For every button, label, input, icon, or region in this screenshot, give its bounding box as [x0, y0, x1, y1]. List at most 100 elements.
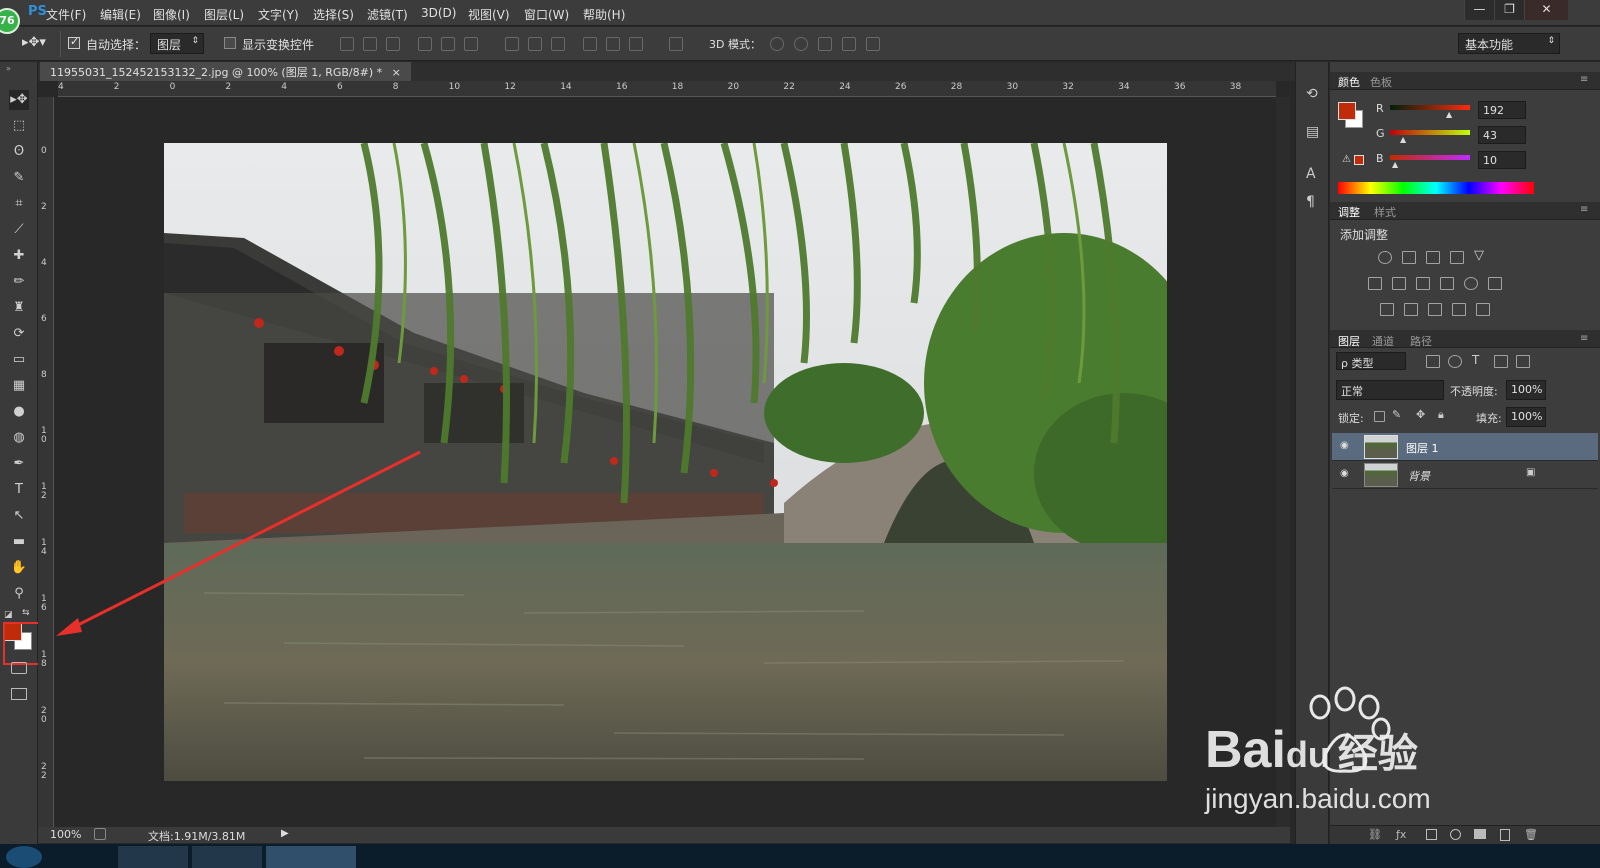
taskbar-item[interactable] — [192, 846, 262, 868]
panel-menu-icon[interactable]: ≡ — [1580, 333, 1588, 344]
filter-type-icon[interactable]: T — [1472, 353, 1479, 367]
screen-mode-icon[interactable] — [11, 688, 27, 700]
filter-adjustment-icon[interactable] — [1448, 355, 1462, 368]
trash-icon[interactable]: 🗑︎ — [1524, 828, 1538, 841]
channel-g-handle-icon[interactable]: ▲ — [1400, 135, 1406, 144]
menu-file[interactable]: 文件(F) — [46, 6, 86, 23]
lock-position-icon[interactable]: ✥ — [1416, 408, 1425, 421]
channel-b-handle-icon[interactable]: ▲ — [1392, 160, 1398, 169]
brush-tool-icon[interactable]: ✏ — [9, 272, 29, 292]
layer-name[interactable]: 图层 1 — [1406, 440, 1439, 456]
distribute-left-icon[interactable] — [583, 37, 597, 51]
blend-mode-dropdown[interactable]: 正常 — [1336, 380, 1444, 400]
character-panel-icon[interactable]: A — [1306, 166, 1316, 182]
close-button[interactable]: ✕ — [1524, 0, 1568, 20]
fill-field[interactable]: 100% — [1506, 407, 1546, 427]
swap-colors-icon[interactable]: ⇆ — [22, 608, 30, 618]
opacity-field[interactable]: 100% — [1506, 380, 1546, 400]
3d-rotate-icon[interactable] — [770, 37, 784, 51]
color-spectrum-ramp[interactable] — [1338, 182, 1534, 194]
quick-mask-icon[interactable] — [11, 662, 27, 674]
properties-panel-icon[interactable]: ▤ — [1306, 124, 1319, 140]
status-options-icon[interactable] — [94, 828, 106, 840]
tab-channels[interactable]: 通道 — [1372, 333, 1394, 349]
distribute-vcenter-icon[interactable] — [528, 37, 542, 51]
filter-smart-object-icon[interactable] — [1516, 355, 1530, 368]
distribute-bottom-icon[interactable] — [551, 37, 565, 51]
lock-all-icon[interactable]: 🔒︎ — [1438, 408, 1444, 422]
folder-icon[interactable] — [1474, 829, 1486, 839]
align-top-icon[interactable] — [340, 37, 354, 51]
move-tool-preset-icon[interactable]: ▸✥▾ — [22, 35, 46, 50]
layer-row[interactable]: ◉ 图层 1 — [1332, 433, 1598, 461]
eye-icon[interactable]: ◉ — [1340, 440, 1349, 451]
eyedropper-tool-icon[interactable]: ⟋ — [9, 220, 29, 240]
zoom-tool-icon[interactable]: ⚲ — [9, 584, 29, 604]
adjustment-icon[interactable] — [1450, 829, 1461, 840]
path-select-tool-icon[interactable]: ↖ — [9, 506, 29, 526]
menu-type[interactable]: 文字(Y) — [258, 6, 299, 23]
blur-tool-icon[interactable]: ● — [9, 402, 29, 422]
new-layer-icon[interactable] — [1500, 829, 1510, 841]
fx-icon[interactable]: ƒx — [1396, 828, 1406, 841]
menu-layer[interactable]: 图层(L) — [204, 6, 244, 23]
tab-color[interactable]: 颜色 — [1338, 74, 1360, 90]
type-tool-icon[interactable]: T — [9, 480, 29, 500]
curves-icon[interactable] — [1426, 251, 1440, 264]
align-bottom-icon[interactable] — [386, 37, 400, 51]
invert-icon[interactable] — [1380, 303, 1394, 316]
vertical-scrollbar[interactable] — [1276, 97, 1290, 827]
eye-icon[interactable]: ◉ — [1340, 468, 1349, 479]
align-left-icon[interactable] — [418, 37, 432, 51]
panel-menu-icon[interactable]: ≡ — [1580, 204, 1588, 215]
layer-filter-dropdown[interactable]: ρ 类型 — [1336, 352, 1406, 370]
dodge-tool-icon[interactable]: ◍ — [9, 428, 29, 448]
3d-roll-icon[interactable] — [794, 37, 808, 51]
menu-window[interactable]: 窗口(W) — [524, 6, 569, 23]
auto-select-checkbox[interactable]: ✓ — [68, 35, 80, 49]
mask-icon[interactable] — [1426, 829, 1437, 840]
channel-mixer-icon[interactable] — [1464, 277, 1478, 290]
document-tab[interactable]: 11955031_152452153132_2.jpg @ 100% (图层 1… — [40, 62, 411, 81]
status-menu-arrow-icon[interactable]: ▶ — [281, 828, 289, 839]
color-lookup-icon[interactable] — [1488, 277, 1502, 290]
marquee-tool-icon[interactable]: ⬚ — [9, 116, 29, 136]
history-brush-tool-icon[interactable]: ⟳ — [9, 324, 29, 344]
minimize-button[interactable]: — — [1464, 0, 1494, 20]
tab-styles[interactable]: 样式 — [1374, 204, 1396, 220]
gradient-tool-icon[interactable]: ▦ — [9, 376, 29, 396]
3d-scale-icon[interactable] — [866, 37, 880, 51]
menu-3d[interactable]: 3D(D) — [421, 6, 456, 20]
channel-g-value[interactable]: 43 — [1478, 126, 1526, 144]
menu-help[interactable]: 帮助(H) — [583, 6, 625, 23]
menu-view[interactable]: 视图(V) — [468, 6, 510, 23]
pen-tool-icon[interactable]: ✒ — [9, 454, 29, 474]
channel-b-slider[interactable] — [1390, 155, 1470, 160]
crop-tool-icon[interactable]: ⌗ — [9, 194, 29, 214]
align-hcenter-icon[interactable] — [441, 37, 455, 51]
exposure-icon[interactable] — [1450, 251, 1464, 264]
color-balance-icon[interactable] — [1392, 277, 1406, 290]
black-white-icon[interactable] — [1416, 277, 1430, 290]
lock-transparent-icon[interactable] — [1374, 411, 1385, 422]
vibrance-icon[interactable]: ▽ — [1474, 248, 1484, 263]
tab-paths[interactable]: 路径 — [1410, 333, 1432, 349]
tab-layers[interactable]: 图层 — [1338, 333, 1360, 349]
default-colors-icon[interactable]: ◪ — [4, 610, 13, 620]
history-panel-icon[interactable]: ⟲ — [1306, 86, 1318, 102]
channel-r-slider[interactable] — [1390, 105, 1470, 110]
link-icon[interactable]: ⛓ — [1368, 828, 1382, 841]
taskbar-item[interactable] — [118, 846, 188, 868]
panel-menu-icon[interactable]: ≡ — [1580, 74, 1588, 85]
distribute-hcenter-icon[interactable] — [606, 37, 620, 51]
channel-r-handle-icon[interactable]: ▲ — [1446, 110, 1452, 119]
shape-tool-icon[interactable]: ▬ — [9, 532, 29, 552]
hue-saturation-icon[interactable] — [1368, 277, 1382, 290]
collapse-panel-icon[interactable]: » — [6, 64, 11, 73]
filter-pixel-icon[interactable] — [1426, 355, 1440, 368]
channel-r-value[interactable]: 192 — [1478, 101, 1526, 119]
hand-tool-icon[interactable]: ✋ — [9, 558, 29, 578]
healing-tool-icon[interactable]: ✚ — [9, 246, 29, 266]
selective-color-icon[interactable] — [1452, 303, 1466, 316]
lasso-tool-icon[interactable]: ʘ — [9, 142, 29, 162]
